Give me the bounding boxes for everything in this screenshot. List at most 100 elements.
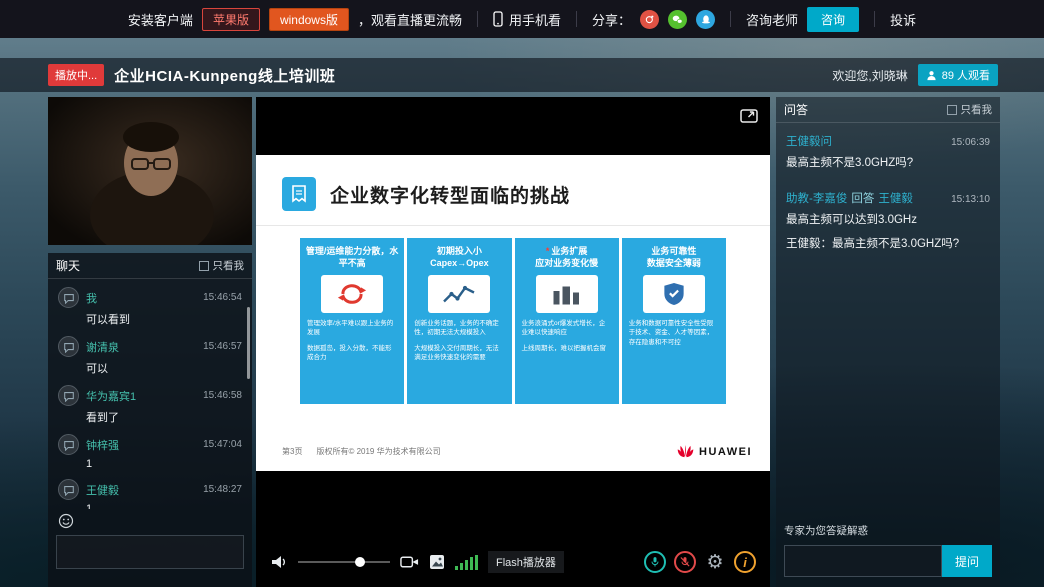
speech-bubble-icon: [63, 390, 75, 402]
chat-timestamp: 15:47:04: [203, 439, 242, 450]
qa-question-item: 王健毅问 15:06:39 最高主频不是3.0GHZ吗?: [786, 133, 990, 172]
qa-only-me-label: 只看我: [961, 102, 993, 117]
card-body-line: 大规模投入交付周期长，无法满足业务快速变化的需要: [414, 344, 504, 363]
chat-message-text: 看到了: [86, 409, 242, 425]
windows-version-button[interactable]: windows版: [269, 8, 349, 31]
slide-card-expansion: *业务扩展 应对业务变化慢 业务浪涌式or爆发式增长，企业难以快速响应 上线周期…: [515, 238, 619, 404]
player-controls-right: ⚙ i: [644, 551, 756, 573]
flash-player-toggle[interactable]: Flash播放器: [488, 551, 564, 573]
chat-toolbar: [48, 509, 252, 531]
qa-list: 王健毅问 15:06:39 最高主频不是3.0GHZ吗? 助教-李嘉俊 回答 王…: [776, 123, 1000, 281]
chat-username: 钟梓强: [86, 437, 119, 453]
info-icon[interactable]: i: [734, 551, 756, 573]
qa-username: 王健毅问: [786, 133, 832, 149]
qa-answer-author: 助教-李嘉俊: [786, 190, 847, 206]
chat-scrollbar[interactable]: [247, 307, 250, 379]
weibo-share-icon[interactable]: [640, 10, 659, 29]
chat-avatar: [58, 385, 79, 406]
huawei-brand-text: HUAWEI: [699, 446, 752, 458]
chat-message-text: 1: [86, 458, 242, 470]
speech-bubble-icon: [63, 484, 75, 496]
chat-timestamp: 15:46:57: [203, 341, 242, 352]
titlebar: 播放中... 企业HCIA-Kunpeng线上培训班 欢迎您,刘晓琳 89 人观…: [0, 58, 1044, 92]
slide-divider: [256, 225, 770, 226]
chat-timestamp: 15:46:54: [203, 292, 242, 303]
watch-on-mobile-link[interactable]: 用手机看: [509, 10, 561, 29]
settings-gear-icon[interactable]: ⚙: [704, 551, 726, 573]
presenter-silhouette: [48, 97, 252, 245]
chat-message: 我 15:46:54 可以看到: [58, 287, 242, 327]
consult-button[interactable]: 咨询: [807, 7, 859, 32]
qq-share-icon[interactable]: [696, 10, 715, 29]
player-controls: Flash播放器 ⚙ i: [270, 551, 756, 573]
checkbox-icon[interactable]: [947, 105, 957, 115]
chat-message: 王健毅 15:48:27 1: [58, 479, 242, 509]
smoother-watch-label: ，观看直播更流畅: [358, 10, 462, 29]
presentation-slide: 企业数字化转型面临的挑战 管理/运维能力分散，水平不高 管理效率/水平难以跟上业…: [256, 155, 770, 471]
volume-slider-thumb[interactable]: [355, 557, 365, 567]
topbar-divider: [874, 11, 875, 27]
qa-answer-target: 王健毅: [878, 190, 913, 206]
huawei-petal-icon: [677, 444, 694, 459]
playing-status-badge: 播放中...: [48, 64, 104, 86]
qa-only-me-checkbox[interactable]: 只看我: [947, 102, 993, 117]
slide-card-row: 管理/运维能力分散，水平不高 管理效率/水平难以跟上业务的发展 数据孤岛，投入分…: [300, 238, 726, 404]
mobile-phone-icon: [493, 11, 503, 27]
checkbox-icon[interactable]: [199, 261, 209, 271]
qa-answer-action: 回答: [851, 190, 874, 206]
slide-page-number: 第3页: [282, 446, 302, 457]
buildings-icon: [536, 275, 598, 313]
screenshot-picture-icon[interactable]: [429, 554, 445, 570]
card-heading: 初期投入小: [411, 246, 507, 258]
card-subheading: 数据安全薄弱: [626, 258, 722, 270]
wechat-share-icon[interactable]: [668, 10, 687, 29]
chat-username: 谢清泉: [86, 339, 119, 355]
qa-answer-line: 最高主频可以达到3.0GHz: [786, 211, 990, 229]
card-body-line: 创新业务话题，业务的不确定性，初期无法大规模投入: [414, 319, 504, 338]
chat-avatar: [58, 434, 79, 455]
card-subheading: Capex→Opex: [411, 258, 507, 270]
topbar: 安装客户端 苹果版 windows版 ，观看直播更流畅 用手机看 分享： 咨询老…: [0, 0, 1044, 38]
chat-message: 谢清泉 15:46:57 可以: [58, 336, 242, 376]
ask-question-button[interactable]: 提问: [942, 545, 992, 577]
chat-message-text: 可以: [86, 360, 242, 376]
chat-avatar: [58, 336, 79, 357]
qa-title: 问答: [784, 101, 808, 118]
chat-input[interactable]: [56, 535, 244, 569]
chat-title: 聊天: [56, 257, 80, 274]
camera-icon[interactable]: [400, 555, 419, 569]
card-body-line: 数据孤岛，投入分散，不能形成合力: [307, 344, 397, 363]
chat-username: 我: [86, 290, 97, 306]
chat-message-text: 1: [86, 503, 242, 509]
card-heading: 管理/运维能力分散，水平不高: [304, 246, 400, 269]
fullscreen-expand-icon[interactable]: [740, 107, 758, 128]
emoji-smiley-icon[interactable]: [58, 513, 74, 529]
slide-copyright: 版权所有© 2019 华为技术有限公司: [316, 446, 440, 457]
card-body-line: 业务浪涌式or爆发式增长，企业难以快速响应: [522, 319, 612, 338]
chat-timestamp: 15:48:27: [203, 484, 242, 495]
volume-speaker-icon[interactable]: [270, 554, 288, 570]
qa-panel: 问答 只看我 王健毅问 15:06:39 最高主频不是3.0GHZ吗? 助教-李…: [776, 97, 1000, 587]
chat-username: 华为嘉宾1: [86, 388, 136, 404]
topbar-divider: [730, 11, 731, 27]
live-classroom-page: 安装客户端 苹果版 windows版 ，观看直播更流畅 用手机看 分享： 咨询老…: [0, 0, 1044, 587]
install-client-label: 安装客户端: [128, 10, 193, 29]
qa-question-text: 最高主频不是3.0GHZ吗?: [786, 154, 990, 172]
card-body-line: 管理效率/水平难以跟上业务的发展: [307, 319, 397, 338]
volume-slider[interactable]: [298, 561, 390, 563]
chat-only-me-checkbox[interactable]: 只看我: [199, 258, 245, 273]
chat-panel: 聊天 只看我 我 15:46:54 可以看到 谢清泉 15:46:57: [48, 253, 252, 587]
chat-message: 钟梓强 15:47:04 1: [58, 434, 242, 470]
qa-question-input[interactable]: [784, 545, 942, 577]
shield-check-icon: [643, 275, 705, 313]
apple-version-button[interactable]: 苹果版: [202, 8, 260, 31]
slide-card-capex: 初期投入小 Capex→Opex 创新业务话题，业务的不确定性，初期无法大规模投…: [407, 238, 511, 404]
complaint-link[interactable]: 投诉: [890, 10, 916, 29]
microphone-icon[interactable]: [644, 551, 666, 573]
card-body-line: 上线周期长，难以把握机会窗: [522, 344, 612, 353]
network-signal-bars-icon: [455, 555, 478, 570]
chat-avatar: [58, 479, 79, 500]
speech-bubble-icon: [63, 292, 75, 304]
microphone-off-icon[interactable]: [674, 551, 696, 573]
welcome-text: 欢迎您,刘晓琳: [832, 67, 907, 84]
